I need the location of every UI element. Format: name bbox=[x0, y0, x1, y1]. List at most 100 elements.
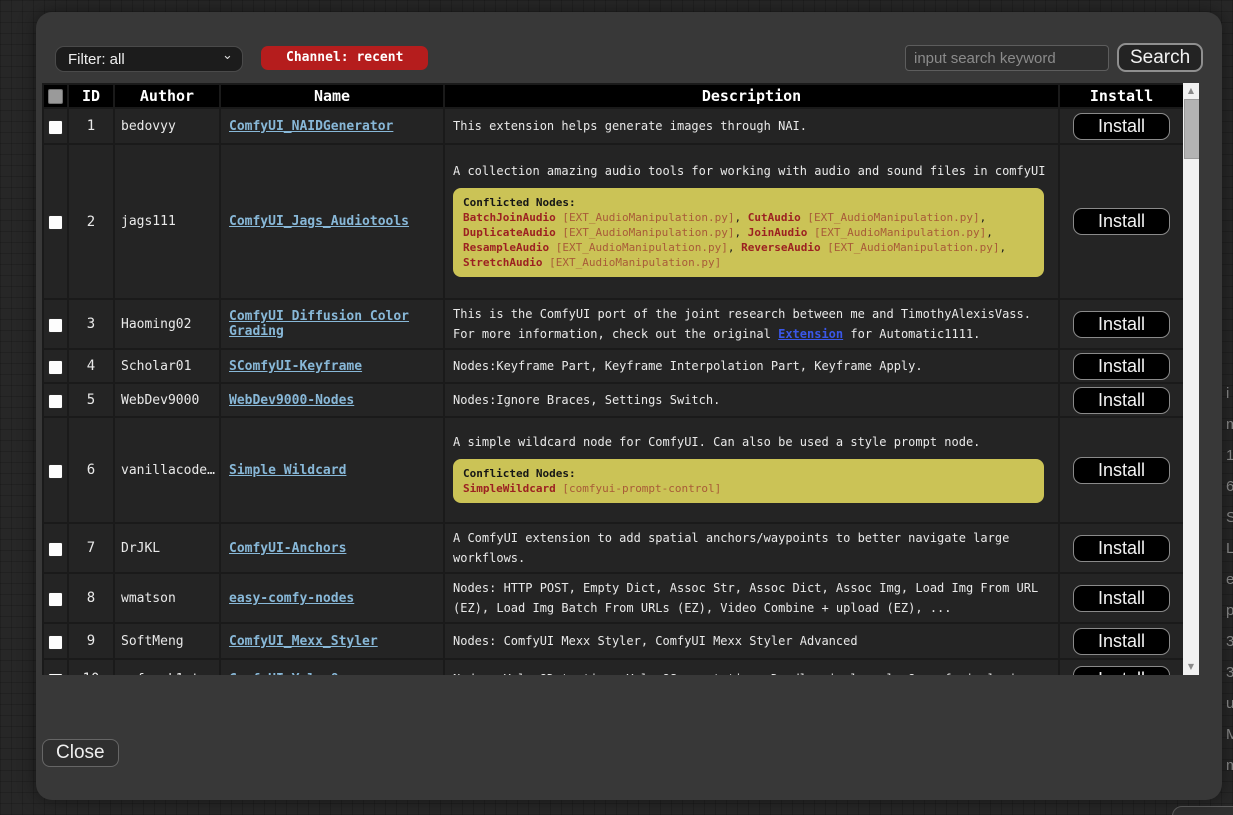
background-text-fragment: e bbox=[1226, 564, 1233, 595]
extension-name-link[interactable]: ComfyUI_NAIDGenerator bbox=[229, 119, 393, 134]
install-button[interactable]: Install bbox=[1073, 387, 1170, 414]
channel-button[interactable]: Channel: recent bbox=[261, 46, 428, 70]
install-cell: Install bbox=[1059, 144, 1184, 299]
extension-name-cell: SComfyUI-Keyframe bbox=[220, 349, 444, 383]
conflicted-nodes-box: Conflicted Nodes:BatchJoinAudio [EXT_Aud… bbox=[453, 188, 1044, 277]
install-button[interactable]: Install bbox=[1073, 208, 1170, 235]
install-button[interactable]: Install bbox=[1073, 353, 1170, 380]
row-checkbox[interactable] bbox=[48, 120, 63, 135]
description-text: A simple wildcard node for ComfyUI. Can … bbox=[453, 435, 980, 449]
extension-id: 4 bbox=[68, 349, 114, 383]
install-button[interactable]: Install bbox=[1073, 457, 1170, 484]
install-button[interactable]: Install bbox=[1073, 628, 1170, 655]
extension-table-container: IDAuthorNameDescriptionInstall 1bedovyyC… bbox=[42, 83, 1199, 675]
row-checkbox[interactable] bbox=[48, 542, 63, 557]
row-checkbox[interactable] bbox=[48, 592, 63, 607]
extension-name-link[interactable]: ComfyUI_Mexx_Styler bbox=[229, 634, 378, 649]
extension-author: zcfrank1st bbox=[114, 659, 220, 675]
extension-description: Nodes: Yolov8Detection, Yolov8Segmentati… bbox=[444, 659, 1059, 675]
install-button[interactable]: Install bbox=[1073, 311, 1170, 338]
extension-name-cell: easy-comfy-nodes bbox=[220, 573, 444, 623]
row-checkbox[interactable] bbox=[48, 215, 63, 230]
row-checkbox[interactable] bbox=[48, 360, 63, 375]
row-checkbox[interactable] bbox=[48, 673, 63, 676]
extension-name-link[interactable]: ComfyUI Diffusion Color Grading bbox=[229, 309, 409, 339]
scroll-down-icon[interactable]: ▼ bbox=[1183, 660, 1199, 674]
row-select-cell bbox=[43, 523, 68, 573]
search-button[interactable]: Search bbox=[1117, 43, 1203, 72]
extension-id: 5 bbox=[68, 383, 114, 417]
row-select-cell bbox=[43, 144, 68, 299]
table-scrollbar[interactable]: ▲ ▼ bbox=[1183, 83, 1199, 675]
install-button[interactable]: Install bbox=[1073, 113, 1170, 140]
extension-id: 9 bbox=[68, 623, 114, 659]
conflict-node-name: SimpleWildcard bbox=[463, 482, 556, 495]
column-header-description: Description bbox=[444, 84, 1059, 108]
external-extension-link[interactable]: Extension bbox=[778, 327, 843, 341]
background-text-fragment: M bbox=[1226, 719, 1233, 750]
background-panel-corner bbox=[1172, 806, 1233, 815]
description-text: Nodes:Keyframe Part, Keyframe Interpolat… bbox=[453, 359, 923, 373]
extension-name-link[interactable]: ComfyUI_Jags_Audiotools bbox=[229, 214, 409, 229]
close-button[interactable]: Close bbox=[42, 739, 119, 767]
extension-name-cell: ComfyUI Diffusion Color Grading bbox=[220, 299, 444, 349]
conflict-node-source: [EXT_AudioManipulation.py] bbox=[549, 241, 728, 254]
row-checkbox[interactable] bbox=[48, 464, 63, 479]
description-text: Nodes:Ignore Braces, Settings Switch. bbox=[453, 393, 720, 407]
conflict-node-name: ReverseAudio bbox=[741, 241, 820, 254]
conflicted-nodes-box: Conflicted Nodes:SimpleWildcard [comfyui… bbox=[453, 459, 1044, 503]
extension-author: Scholar01 bbox=[114, 349, 220, 383]
extension-author: jags111 bbox=[114, 144, 220, 299]
description-text: A ComfyUI extension to add spatial ancho… bbox=[453, 531, 1009, 565]
scroll-up-icon[interactable]: ▲ bbox=[1183, 84, 1199, 98]
row-select-cell bbox=[43, 573, 68, 623]
extension-name-cell: Simple Wildcard bbox=[220, 417, 444, 523]
extension-description: Nodes: ComfyUI Mexx Styler, ComfyUI Mexx… bbox=[444, 623, 1059, 659]
extension-id: 1 bbox=[68, 108, 114, 144]
extension-name-link[interactable]: Simple Wildcard bbox=[229, 463, 346, 478]
extension-description: Nodes:Keyframe Part, Keyframe Interpolat… bbox=[444, 349, 1059, 383]
select-all-header[interactable] bbox=[43, 84, 68, 108]
row-checkbox[interactable] bbox=[48, 318, 63, 333]
row-select-cell bbox=[43, 349, 68, 383]
extension-name-link[interactable]: ComfyUI Yolov8 bbox=[229, 672, 339, 676]
extension-row: 2jags111ComfyUI_Jags_AudiotoolsA collect… bbox=[43, 144, 1184, 299]
row-checkbox[interactable] bbox=[48, 394, 63, 409]
extension-row: 8wmatsoneasy-comfy-nodesNodes: HTTP POST… bbox=[43, 573, 1184, 623]
row-checkbox[interactable] bbox=[48, 635, 63, 650]
column-header-name: Name bbox=[220, 84, 444, 108]
extension-id: 8 bbox=[68, 573, 114, 623]
background-text-fragment: 3 bbox=[1226, 626, 1233, 657]
extension-name-link[interactable]: WebDev9000-Nodes bbox=[229, 393, 354, 408]
extension-name-link[interactable]: ComfyUI-Anchors bbox=[229, 541, 346, 556]
select-all-checkbox[interactable] bbox=[48, 89, 63, 104]
extension-name-link[interactable]: easy-comfy-nodes bbox=[229, 591, 354, 606]
install-button[interactable]: Install bbox=[1073, 535, 1170, 562]
extension-name-link[interactable]: SComfyUI-Keyframe bbox=[229, 359, 362, 374]
column-header-author: Author bbox=[114, 84, 220, 108]
scrollbar-thumb[interactable] bbox=[1184, 99, 1199, 159]
conflict-node-name: CutAudio bbox=[748, 211, 801, 224]
search-input[interactable] bbox=[905, 45, 1109, 71]
extension-author: DrJKL bbox=[114, 523, 220, 573]
conflict-node-source: [EXT_AudioManipulation.py] bbox=[821, 241, 1000, 254]
extension-description: This extension helps generate images thr… bbox=[444, 108, 1059, 144]
install-button[interactable]: Install bbox=[1073, 666, 1170, 676]
extension-row: 7DrJKLComfyUI-AnchorsA ComfyUI extension… bbox=[43, 523, 1184, 573]
extension-row: 3Haoming02ComfyUI Diffusion Color Gradin… bbox=[43, 299, 1184, 349]
install-cell: Install bbox=[1059, 659, 1184, 675]
extension-name-cell: ComfyUI Yolov8 bbox=[220, 659, 444, 675]
filter-select[interactable]: Filter: all bbox=[55, 46, 243, 72]
conflict-node-source: [EXT_AudioManipulation.py] bbox=[801, 211, 980, 224]
conflict-node-source: [EXT_AudioManipulation.py] bbox=[807, 226, 986, 239]
install-cell: Install bbox=[1059, 383, 1184, 417]
background-text-fragment: i bbox=[1226, 378, 1233, 409]
extension-description: Nodes:Ignore Braces, Settings Switch. bbox=[444, 383, 1059, 417]
install-button[interactable]: Install bbox=[1073, 585, 1170, 612]
extension-name-cell: ComfyUI-Anchors bbox=[220, 523, 444, 573]
extension-row: 5WebDev9000WebDev9000-NodesNodes:Ignore … bbox=[43, 383, 1184, 417]
extension-row: 4Scholar01 SComfyUI-Keyframe Nodes:Keyfram… bbox=[43, 349, 1184, 383]
extension-author: wmatson bbox=[114, 573, 220, 623]
conflict-node-source: [EXT_AudioManipulation.py] bbox=[542, 256, 721, 269]
extension-row: 6vanillacode…Simple WildcardA simple wil… bbox=[43, 417, 1184, 523]
